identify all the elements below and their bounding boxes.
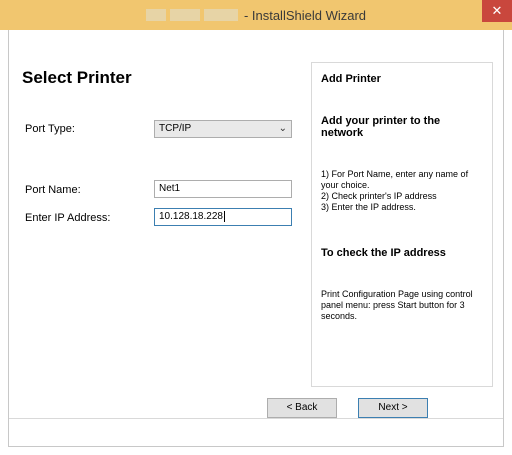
footer-divider: [9, 418, 503, 419]
text-caret: [223, 210, 225, 222]
help-step: 2) Check printer's IP address: [321, 191, 437, 201]
close-icon[interactable]: ✕: [482, 0, 512, 22]
help-steps: 1) For Port Name, enter any name of your…: [321, 169, 482, 213]
port-name-label: Port Name:: [25, 184, 81, 196]
help-title: Add Printer: [321, 73, 381, 85]
check-ip-body: Print Configuration Page using control p…: [321, 289, 473, 321]
port-type-value: TCP/IP: [159, 123, 192, 134]
next-button[interactable]: Next >: [358, 398, 428, 418]
page-title: Select Printer: [22, 68, 132, 87]
installshield-wizard-window: - InstallShield Wizard ✕ Select Printer …: [0, 0, 512, 455]
help-step: 1) For Port Name, enter any name of your…: [321, 169, 469, 190]
window-title: - InstallShield Wizard: [243, 7, 367, 23]
redacted-title-block: [169, 9, 200, 21]
port-type-label: Port Type:: [25, 123, 75, 135]
check-ip-title: To check the IP address: [321, 247, 446, 259]
help-step: 3) Enter the IP address.: [321, 202, 416, 212]
help-panel: Add Printer Add your printer to the netw…: [311, 62, 493, 387]
port-name-input[interactable]: Net1: [154, 180, 292, 198]
port-type-select[interactable]: TCP/IP ⌄: [154, 120, 292, 138]
ip-address-label: Enter IP Address:: [25, 212, 111, 224]
ip-address-input[interactable]: 10.128.18.228: [154, 208, 292, 226]
port-name-value: Net1: [159, 183, 181, 194]
help-subtitle: Add your printer to the network: [321, 115, 441, 139]
redacted-title-block: [145, 9, 166, 21]
chevron-down-icon: ⌄: [278, 123, 287, 134]
ip-address-value: 10.128.18.228: [159, 211, 223, 222]
redacted-title-block: [203, 9, 238, 21]
title-bar[interactable]: - InstallShield Wizard ✕: [0, 0, 512, 30]
back-button[interactable]: < Back: [267, 398, 337, 418]
